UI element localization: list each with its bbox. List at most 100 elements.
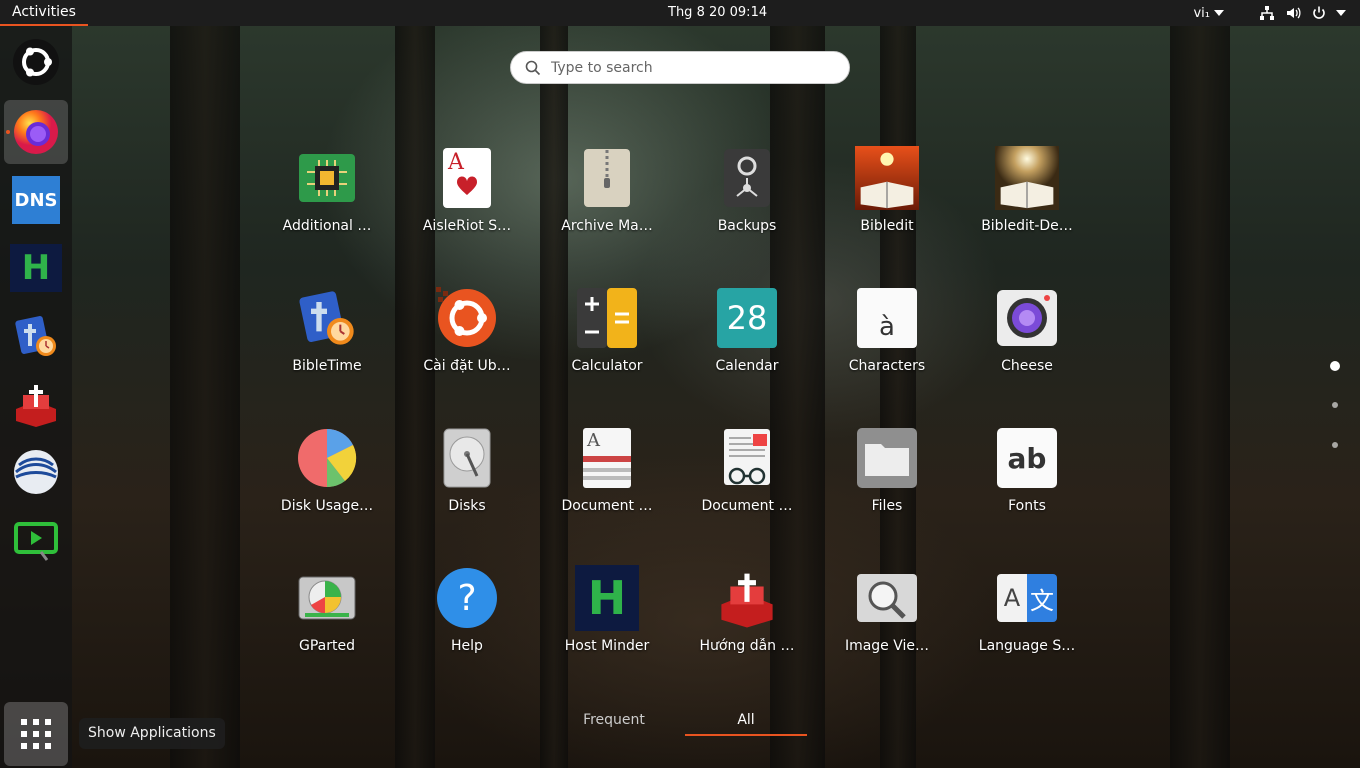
tab-frequent[interactable]: Frequent xyxy=(553,706,675,736)
app-aisleriot[interactable]: A AisleRiot S… xyxy=(397,142,537,252)
card-letter: A xyxy=(448,150,464,175)
dock-item-ubuntu[interactable] xyxy=(4,30,68,94)
app-document-viewer[interactable]: A Document … xyxy=(537,422,677,532)
app-disks[interactable]: Disks xyxy=(397,422,537,532)
app-fonts[interactable]: ab Fonts xyxy=(957,422,1097,532)
help-glyph: ? xyxy=(437,568,497,628)
app-calculator[interactable]: Calculator xyxy=(537,282,677,392)
app-document-scanner[interactable]: Document … xyxy=(677,422,817,532)
magnifier-icon xyxy=(855,566,919,630)
app-archive-manager[interactable]: Archive Ma… xyxy=(537,142,677,252)
chip-icon xyxy=(295,146,359,210)
app-help[interactable]: ? Help xyxy=(397,562,537,672)
huong-dan-icon xyxy=(715,566,779,630)
app-label: Characters xyxy=(848,358,926,374)
dock-item-screen-cast[interactable] xyxy=(4,508,68,572)
app-label: Calculator xyxy=(571,358,643,374)
pie-icon xyxy=(295,426,359,490)
page-indicator[interactable] xyxy=(1332,402,1338,408)
app-label: BibleTime xyxy=(292,358,362,374)
app-characters[interactable]: à Characters xyxy=(817,282,957,392)
unknown-globe-icon xyxy=(14,450,58,494)
help-icon: ? xyxy=(435,566,499,630)
page-indicator[interactable] xyxy=(1332,442,1338,448)
app-label: Cài đặt Ub… xyxy=(423,358,511,374)
language-glyph: A 文 xyxy=(997,574,1057,622)
app-label: Language S… xyxy=(978,638,1076,654)
app-bibletime[interactable]: BibleTime xyxy=(257,282,397,392)
dock-item-dns[interactable]: DNS xyxy=(4,168,68,232)
host-minder-icon: H xyxy=(575,565,639,631)
app-files[interactable]: Files xyxy=(817,422,957,532)
app-additional-drivers[interactable]: Additional … xyxy=(257,142,397,252)
ubuntu-logo-icon xyxy=(13,39,59,85)
dock-item-firefox[interactable] xyxy=(4,100,68,164)
dock-item-globe[interactable] xyxy=(4,440,68,504)
bible-icon xyxy=(995,146,1059,210)
page-indicator-active[interactable] xyxy=(1330,361,1340,371)
dock-item-bibletime[interactable] xyxy=(4,304,68,368)
search-bar[interactable] xyxy=(510,51,850,84)
background-tree xyxy=(170,26,240,768)
language-left-glyph: A xyxy=(997,574,1027,622)
app-disk-usage[interactable]: Disk Usage… xyxy=(257,422,397,532)
app-cheese[interactable]: Cheese xyxy=(957,282,1097,392)
dock-item-host-minder[interactable]: H xyxy=(4,236,68,300)
running-indicator xyxy=(6,130,10,134)
activities-button[interactable]: Activities xyxy=(0,0,88,26)
grid-icon xyxy=(21,719,51,749)
firefox-icon xyxy=(14,110,58,154)
app-host-minder[interactable]: H Host Minder xyxy=(537,562,677,672)
document-scanner-icon xyxy=(715,426,779,490)
app-label: Fonts xyxy=(1008,498,1046,514)
show-applications-tooltip: Show Applications xyxy=(79,718,225,749)
language-icon: A 文 xyxy=(995,566,1059,630)
search-input[interactable] xyxy=(551,59,831,76)
bibletime-icon xyxy=(295,286,359,350)
app-label: Backups xyxy=(717,218,777,234)
huong-dan-icon xyxy=(16,385,56,427)
calendar-icon: 28 xyxy=(715,286,779,350)
app-label: Cheese xyxy=(1001,358,1053,374)
app-huong-dan[interactable]: Hướng dẫn … xyxy=(677,562,817,672)
input-language-menu[interactable]: vi₁ xyxy=(1193,6,1224,21)
character-glyph: à xyxy=(857,288,917,348)
search-icon xyxy=(525,60,541,75)
bibletime-icon xyxy=(15,316,56,356)
app-label: Help xyxy=(451,638,483,654)
app-gparted[interactable]: GParted xyxy=(257,562,397,672)
network-icon[interactable] xyxy=(1258,4,1276,22)
app-ubuntu-install[interactable]: Cài đặt Ub… xyxy=(397,282,537,392)
fonts-glyph: ab xyxy=(997,428,1057,488)
volume-icon[interactable] xyxy=(1284,4,1302,22)
app-bibledit[interactable]: Bibledit xyxy=(817,142,957,252)
app-label: Bibledit xyxy=(860,218,914,234)
power-icon[interactable] xyxy=(1310,4,1328,22)
language-right-glyph: 文 xyxy=(1027,574,1057,622)
app-label: Image Vie… xyxy=(844,638,930,654)
app-label: GParted xyxy=(299,638,355,654)
bible-icon xyxy=(855,146,919,210)
app-label: Hướng dẫn … xyxy=(699,638,795,654)
playing-card-icon: A xyxy=(435,146,499,210)
chevron-down-icon[interactable] xyxy=(1336,10,1346,16)
show-applications-button[interactable] xyxy=(4,702,68,766)
app-label: Document … xyxy=(701,498,793,514)
app-language-support[interactable]: A 文 Language S… xyxy=(957,562,1097,672)
tab-all[interactable]: All xyxy=(685,706,807,736)
app-label: AisleRiot S… xyxy=(422,218,512,234)
app-label: Calendar xyxy=(715,358,779,374)
gparted-icon xyxy=(295,566,359,630)
app-backups[interactable]: Backups xyxy=(677,142,817,252)
characters-icon: à xyxy=(855,286,919,350)
app-calendar[interactable]: 28 Calendar xyxy=(677,282,817,392)
disk-icon xyxy=(435,426,499,490)
language-label: vi₁ xyxy=(1193,5,1210,21)
app-image-viewer[interactable]: Image Vie… xyxy=(817,562,957,672)
calculator-icon xyxy=(575,286,639,350)
host-minder-icon: H xyxy=(10,244,62,292)
host-minder-glyph: H xyxy=(575,565,639,631)
dock-item-huong-dan[interactable] xyxy=(4,372,68,436)
app-bibledit-desktop[interactable]: Bibledit-De… xyxy=(957,142,1097,252)
clock[interactable]: Thg 8 20 09:14 xyxy=(668,5,767,20)
